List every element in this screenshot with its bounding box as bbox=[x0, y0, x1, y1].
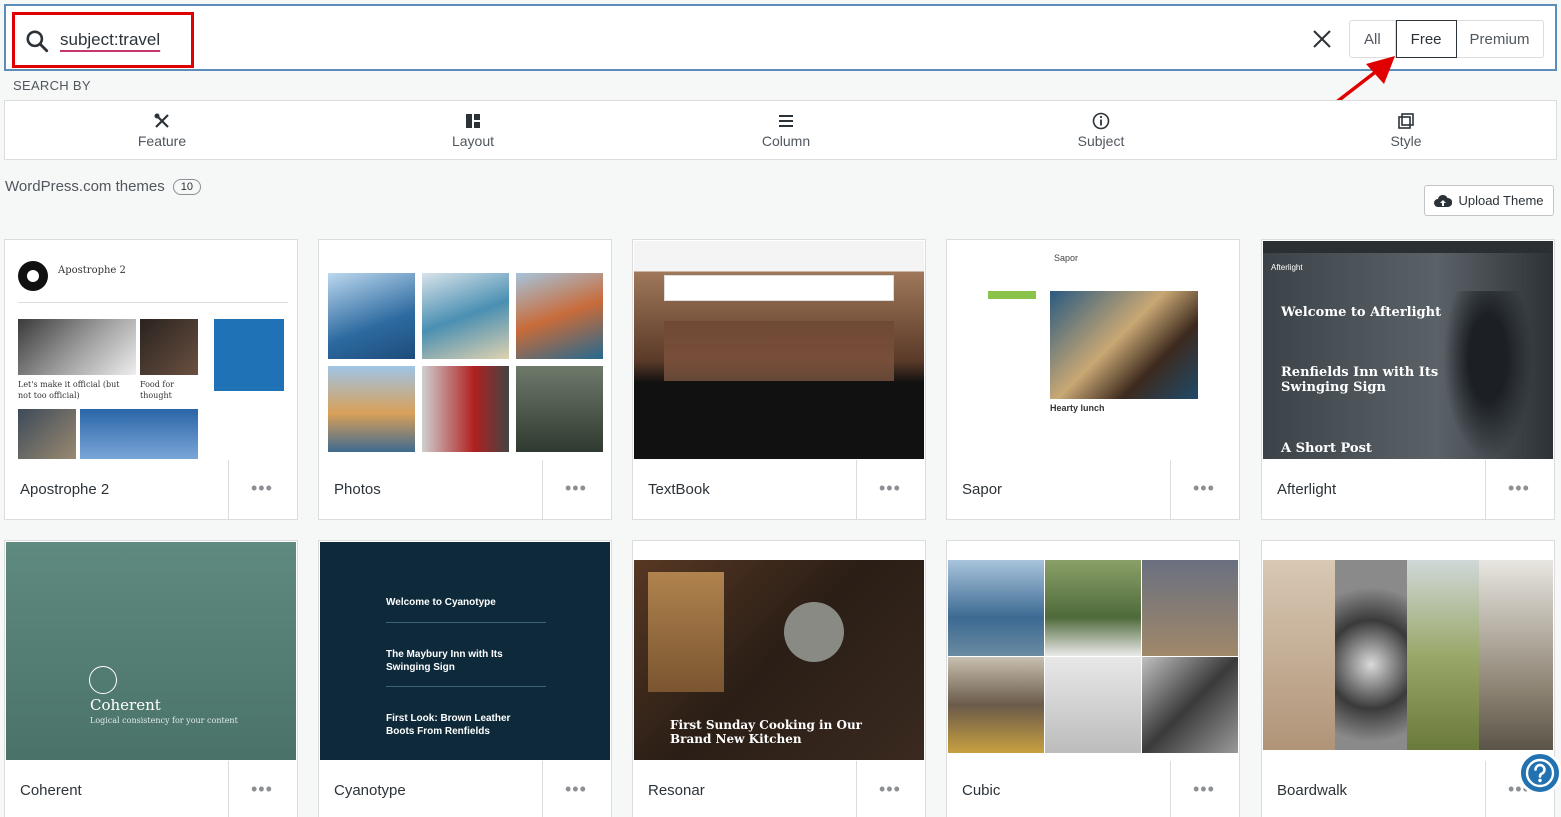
theme-card-cyanotype[interactable]: Welcome to Cyanotype The Maybury Inn wit… bbox=[318, 540, 612, 817]
filter-layout[interactable]: Layout bbox=[423, 101, 523, 159]
theme-card-afterlight[interactable]: Afterlight Welcome to Afterlight Renfiel… bbox=[1261, 239, 1555, 520]
help-icon bbox=[1525, 758, 1555, 788]
theme-screenshot[interactable]: Afterlight Welcome to Afterlight Renfiel… bbox=[1263, 241, 1553, 459]
more-options-button[interactable]: ••• bbox=[1193, 478, 1215, 499]
search-input[interactable]: subject:travel bbox=[60, 30, 185, 50]
theme-screenshot[interactable]: Welcome to Cyanotype The Maybury Inn wit… bbox=[320, 542, 610, 760]
more-options-button[interactable]: ••• bbox=[251, 478, 273, 499]
more-options-button[interactable]: ••• bbox=[1508, 478, 1530, 499]
theme-name[interactable]: Cubic bbox=[962, 782, 1000, 799]
theme-name[interactable]: Cyanotype bbox=[334, 782, 406, 799]
tools-icon bbox=[154, 113, 169, 128]
theme-name[interactable]: Boardwalk bbox=[1277, 782, 1347, 799]
cloud-upload-icon bbox=[1434, 194, 1453, 207]
theme-screenshot[interactable]: Sapor Hearty lunch bbox=[948, 241, 1238, 459]
more-options-button[interactable]: ••• bbox=[1193, 779, 1215, 800]
more-options-button[interactable]: ••• bbox=[565, 779, 587, 800]
more-options-button[interactable]: ••• bbox=[879, 779, 901, 800]
theme-name[interactable]: TextBook bbox=[648, 481, 710, 498]
upload-theme-button[interactable]: Upload Theme bbox=[1424, 185, 1554, 216]
theme-screenshot[interactable]: Apostrophe 2 Let's make it official (but… bbox=[6, 241, 296, 459]
theme-card-coherent[interactable]: Coherent Logical consistency for your co… bbox=[4, 540, 298, 817]
theme-screenshot[interactable] bbox=[634, 241, 924, 459]
more-options-button[interactable]: ••• bbox=[879, 478, 901, 499]
info-icon bbox=[1092, 112, 1110, 129]
theme-screenshot[interactable]: Coherent Logical consistency for your co… bbox=[6, 542, 296, 760]
layout-icon bbox=[466, 113, 480, 128]
theme-card-cubic[interactable]: Cubic ••• bbox=[946, 540, 1240, 817]
theme-screenshot[interactable]: First Sunday Cooking in Our Brand New Ki… bbox=[634, 542, 924, 760]
theme-card-sapor[interactable]: Sapor Hearty lunch Sapor ••• bbox=[946, 239, 1240, 520]
filter-premium-button[interactable]: Premium bbox=[1457, 21, 1543, 57]
theme-screenshot[interactable] bbox=[948, 542, 1238, 760]
theme-card-boardwalk[interactable]: Boardwalk ••• bbox=[1261, 540, 1555, 817]
more-options-button[interactable]: ••• bbox=[565, 478, 587, 499]
theme-card-photos[interactable]: Photos ••• bbox=[318, 239, 612, 520]
theme-name[interactable]: Coherent bbox=[20, 782, 82, 799]
theme-screenshot[interactable] bbox=[1263, 542, 1553, 760]
search-by-bar: Feature Layout Column Subject Style bbox=[4, 100, 1557, 160]
theme-name[interactable]: Apostrophe 2 bbox=[20, 481, 109, 498]
search-icon[interactable] bbox=[24, 28, 50, 54]
filter-style[interactable]: Style bbox=[1356, 101, 1456, 159]
theme-name[interactable]: Photos bbox=[334, 481, 381, 498]
count-badge: 10 bbox=[172, 178, 202, 195]
more-options-button[interactable]: ••• bbox=[251, 779, 273, 800]
filter-column[interactable]: Column bbox=[736, 101, 836, 159]
filter-subject[interactable]: Subject bbox=[1051, 101, 1151, 159]
help-button[interactable] bbox=[1518, 751, 1561, 795]
style-icon bbox=[1398, 112, 1414, 129]
theme-screenshot[interactable] bbox=[320, 241, 610, 459]
search-by-label: SEARCH BY bbox=[13, 78, 91, 93]
theme-name[interactable]: Resonar bbox=[648, 782, 705, 799]
theme-card-textbook[interactable]: TextBook ••• bbox=[632, 239, 926, 520]
close-icon[interactable] bbox=[1311, 28, 1333, 50]
filter-feature[interactable]: Feature bbox=[112, 101, 212, 159]
theme-name[interactable]: Afterlight bbox=[1277, 481, 1336, 498]
themes-count: WordPress.com themes 10 bbox=[5, 178, 202, 195]
theme-name[interactable]: Sapor bbox=[962, 481, 1002, 498]
theme-card-apostrophe-2[interactable]: Apostrophe 2 Let's make it official (but… bbox=[4, 239, 298, 520]
theme-card-resonar[interactable]: First Sunday Cooking in Our Brand New Ki… bbox=[632, 540, 926, 817]
column-icon bbox=[779, 114, 793, 127]
